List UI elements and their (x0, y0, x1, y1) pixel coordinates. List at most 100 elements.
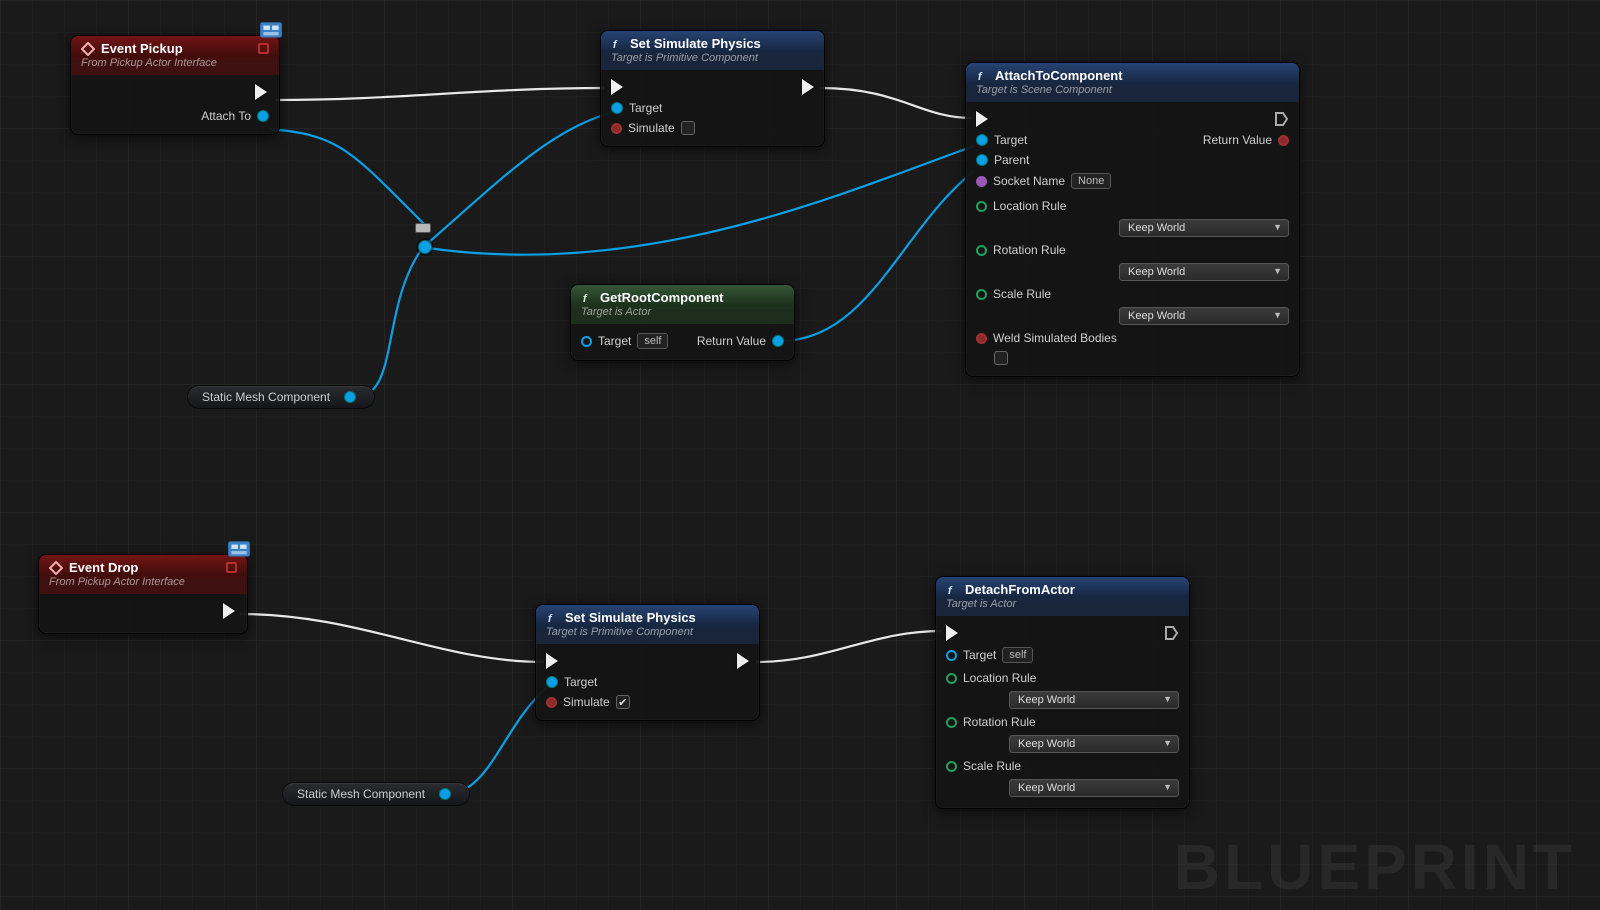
pin-label-scale-rule: Scale Rule (993, 287, 1051, 301)
exec-out-pin[interactable] (802, 79, 814, 95)
node-title-text: Event Pickup (101, 41, 183, 56)
node-title-text: AttachToComponent (995, 68, 1123, 83)
pin-target[interactable] (546, 676, 558, 688)
pin-target[interactable] (611, 102, 623, 114)
pin-label-parent: Parent (994, 153, 1029, 167)
interface-badge-icon (225, 537, 253, 563)
pin-label-location-rule: Location Rule (993, 199, 1066, 213)
exec-in-pin[interactable] (611, 79, 623, 95)
delegate-pin[interactable] (258, 43, 269, 54)
event-icon (81, 42, 95, 56)
pin-label-return: Return Value (697, 334, 766, 348)
pin-label-target: Target (963, 648, 996, 662)
pin-label-target: Target (629, 101, 662, 115)
node-subtitle: From Pickup Actor Interface (39, 576, 247, 594)
variable-label: Static Mesh Component (202, 390, 330, 404)
pin-target[interactable] (946, 650, 957, 661)
pin-label-return: Return Value (1203, 133, 1272, 147)
input-socket-name[interactable]: None (1071, 173, 1111, 189)
node-title-text: Set Simulate Physics (565, 610, 696, 625)
pin-weld[interactable] (976, 333, 987, 344)
data-out-pin-attach-to[interactable] (257, 110, 269, 122)
svg-text:f: f (978, 71, 983, 82)
pin-label-rotation-rule: Rotation Rule (993, 243, 1066, 257)
node-detach-from-actor[interactable]: f DetachFromActor Target is Actor Target… (935, 576, 1190, 809)
function-icon: f (546, 611, 559, 624)
node-subtitle: Target is Primitive Component (601, 52, 824, 70)
pin-label-target: Target (994, 133, 1027, 147)
data-out-pin[interactable] (439, 788, 451, 800)
exec-out-pin[interactable] (1163, 625, 1179, 641)
dropdown-location-rule[interactable]: Keep World (1119, 219, 1289, 237)
pin-label-attach-to: Attach To (201, 109, 251, 123)
exec-out-pin[interactable] (737, 653, 749, 669)
pin-simulate[interactable] (546, 697, 557, 708)
pin-scale-rule[interactable] (946, 761, 957, 772)
watermark-text: BLUEPRINT (1174, 830, 1576, 904)
exec-out-pin[interactable] (223, 603, 235, 619)
node-title-text: DetachFromActor (965, 582, 1075, 597)
event-icon (49, 561, 63, 575)
node-set-simulate-physics-1[interactable]: f Set Simulate Physics Target is Primiti… (600, 30, 825, 147)
node-title-text: Event Drop (69, 560, 138, 575)
variable-static-mesh-component-1[interactable]: Static Mesh Component (187, 385, 375, 409)
node-title-text: GetRootComponent (600, 290, 723, 305)
reroute-node[interactable] (418, 240, 432, 254)
pin-socket-name[interactable] (976, 176, 987, 187)
dropdown-scale-rule[interactable]: Keep World (1009, 779, 1179, 797)
checkbox-simulate[interactable] (616, 695, 630, 709)
pin-label-rotation-rule: Rotation Rule (963, 715, 1036, 729)
dropdown-location-rule[interactable]: Keep World (1009, 691, 1179, 709)
pin-rotation-rule[interactable] (976, 245, 987, 256)
variable-static-mesh-component-2[interactable]: Static Mesh Component (282, 782, 470, 806)
data-out-pin[interactable] (344, 391, 356, 403)
function-icon: f (946, 583, 959, 596)
svg-text:f: f (583, 293, 588, 304)
pin-target[interactable] (976, 134, 988, 146)
exec-in-pin[interactable] (976, 111, 988, 127)
pin-label-location-rule: Location Rule (963, 671, 1036, 685)
node-set-simulate-physics-2[interactable]: f Set Simulate Physics Target is Primiti… (535, 604, 760, 721)
delegate-pin[interactable] (226, 562, 237, 573)
function-icon: f (581, 291, 594, 304)
dropdown-rotation-rule[interactable]: Keep World (1119, 263, 1289, 281)
pin-scale-rule[interactable] (976, 289, 987, 300)
node-title-text: Set Simulate Physics (630, 36, 761, 51)
node-subtitle: Target is Actor (571, 306, 794, 324)
node-get-root-component[interactable]: f GetRootComponent Target is Actor Targe… (570, 284, 795, 361)
node-subtitle: Target is Scene Component (966, 84, 1299, 102)
pin-label-simulate: Simulate (628, 121, 675, 135)
pin-target[interactable] (581, 336, 592, 347)
pin-rotation-rule[interactable] (946, 717, 957, 728)
function-icon: f (976, 69, 989, 82)
pin-parent[interactable] (976, 154, 988, 166)
exec-out-pin[interactable] (255, 84, 267, 100)
dropdown-rotation-rule[interactable]: Keep World (1009, 735, 1179, 753)
pin-return-value[interactable] (772, 335, 784, 347)
pin-location-rule[interactable] (946, 673, 957, 684)
node-event-pickup[interactable]: Event Pickup From Pickup Actor Interface… (70, 35, 280, 135)
pin-return-value[interactable] (1278, 135, 1289, 146)
svg-text:f: f (948, 585, 953, 596)
dropdown-scale-rule[interactable]: Keep World (1119, 307, 1289, 325)
reroute-marker[interactable] (415, 223, 431, 233)
node-attach-to-component[interactable]: f AttachToComponent Target is Scene Comp… (965, 62, 1300, 377)
input-target-self[interactable]: self (1002, 647, 1033, 663)
blueprint-graph-canvas[interactable]: Event Pickup From Pickup Actor Interface… (0, 0, 1600, 910)
node-subtitle: Target is Actor (936, 598, 1189, 616)
exec-in-pin[interactable] (946, 625, 958, 641)
pin-location-rule[interactable] (976, 201, 987, 212)
exec-in-pin[interactable] (546, 653, 558, 669)
exec-out-pin[interactable] (1273, 111, 1289, 127)
node-event-drop[interactable]: Event Drop From Pickup Actor Interface (38, 554, 248, 634)
svg-text:f: f (613, 39, 618, 50)
interface-badge-icon (257, 18, 285, 44)
input-target-self[interactable]: self (637, 333, 668, 349)
pin-label-simulate: Simulate (563, 695, 610, 709)
node-subtitle: Target is Primitive Component (536, 626, 759, 644)
checkbox-simulate[interactable] (681, 121, 695, 135)
node-body: Attach To (71, 75, 279, 134)
pin-simulate[interactable] (611, 123, 622, 134)
checkbox-weld[interactable] (994, 351, 1008, 365)
svg-text:f: f (548, 613, 553, 624)
